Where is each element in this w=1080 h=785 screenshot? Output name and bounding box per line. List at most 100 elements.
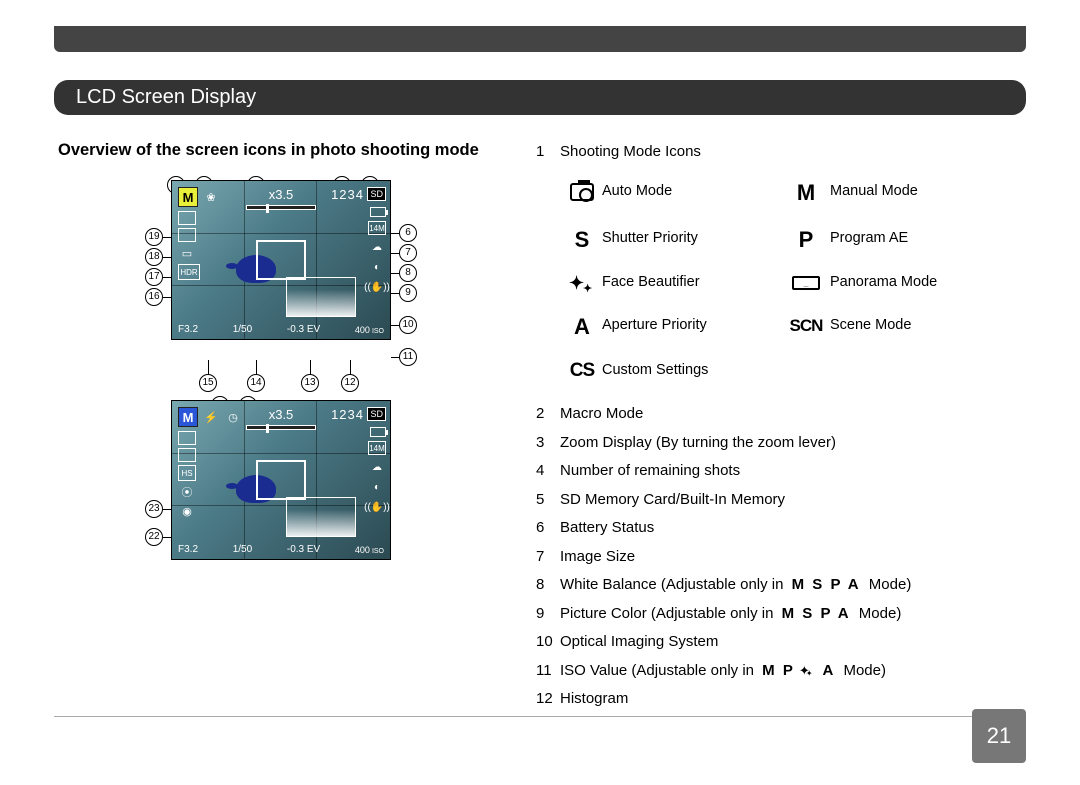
lead <box>163 237 171 238</box>
program-ae-icon: P <box>782 223 830 256</box>
footer-divider <box>54 716 1026 717</box>
legend-text: Zoom Display (By turning the zoom lever) <box>560 432 1026 455</box>
callout-13: 13 <box>301 374 319 392</box>
color-icon: ◐ <box>368 259 386 275</box>
legend-number: 12 <box>536 688 560 711</box>
hdr-icon: HDR <box>178 264 200 280</box>
iso-value: 400ISO <box>355 325 384 335</box>
legend-text: SD Memory Card/Built-In Memory <box>560 489 1026 512</box>
mode-label: Program AE <box>830 228 1010 250</box>
lead <box>163 277 171 278</box>
aperture-value: F3.2 <box>178 324 198 335</box>
right-icon-stack: 14M ☁ ◐ ((✋)) <box>368 441 386 515</box>
legend-text: Battery Status <box>560 517 1026 540</box>
legend-text: Picture Color (Adjustable only in M S P … <box>560 603 1026 626</box>
lcd-figure-1: 1 2 3 4 5 6 7 8 9 10 <box>151 180 411 340</box>
legend-number: 9 <box>536 603 560 626</box>
mode-glyphs: A <box>817 662 835 679</box>
lead <box>163 257 171 258</box>
legend-item: 9Picture Color (Adjustable only in M S P… <box>536 603 1026 626</box>
page-content: Overview of the screen icons in photo sh… <box>54 141 1026 717</box>
shooting-mode-grid: Auto Mode M Manual Mode S Shutter Priori… <box>562 176 1026 386</box>
lead <box>310 360 311 374</box>
callout-8: 8 <box>399 264 417 282</box>
right-icon-stack: 14M ☁ ◐ ((✋)) <box>368 221 386 295</box>
af-frame <box>256 460 306 500</box>
grid-line <box>172 505 390 506</box>
mode-glyphs: M P <box>762 662 795 679</box>
callout-22: 22 <box>145 528 163 546</box>
callout-19: 19 <box>145 228 163 246</box>
manual-page: LCD Screen Display Overview of the scree… <box>54 26 1026 717</box>
callout-6: 6 <box>399 224 417 242</box>
page-top-bar <box>54 26 1026 52</box>
wb-icon: ☁ <box>368 459 386 475</box>
lcd-bottom-row: F3.2 1/50 -0.3 EV 400ISO <box>178 324 384 335</box>
scene-mode-icon: SCN <box>782 313 830 339</box>
left-icon-stack: ▭ HDR <box>178 211 200 280</box>
legend-text: Image Size <box>560 546 1026 569</box>
legend-item: 7Image Size <box>536 546 1026 569</box>
af-mode-icon <box>178 431 196 445</box>
lead <box>163 537 171 538</box>
lead <box>391 233 399 234</box>
legend-text: Shooting Mode Icons <box>560 141 1026 164</box>
color-icon: ◐ <box>368 479 386 495</box>
mode-label: Manual Mode <box>830 181 1010 203</box>
callout-9: 9 <box>399 284 417 302</box>
metering-icon <box>178 228 196 242</box>
lead <box>163 509 171 510</box>
lcd-top-row: M ❀ <box>178 187 220 207</box>
legend-number: 1 <box>536 141 560 164</box>
lead <box>391 273 399 274</box>
lead <box>208 360 209 374</box>
mode-label: Custom Settings <box>602 360 782 382</box>
battery-icon <box>370 427 386 437</box>
histogram-icon <box>286 497 356 537</box>
mode-badge: M <box>178 407 198 427</box>
legend-item: 2Macro Mode <box>536 403 1026 426</box>
legend-text: ISO Value (Adjustable only in M P A Mode… <box>560 660 1026 683</box>
legend-number: 11 <box>536 660 560 683</box>
legend-number: 4 <box>536 460 560 483</box>
lcd-screen: M ⚡ ◷ x3.5 1234 SD 14M ☁ ◐ ((✋)) <box>171 400 391 560</box>
ev-value: -0.3 EV <box>287 324 320 335</box>
eyefi-icon: ◉ <box>178 503 196 519</box>
legend-text: Optical Imaging System <box>560 631 1026 654</box>
lead <box>256 360 257 374</box>
mode-label: Aperture Priority <box>602 315 782 337</box>
legend-number: 5 <box>536 489 560 512</box>
panorama-icon <box>782 276 830 290</box>
remaining-shots: 1234 <box>331 407 364 422</box>
legend-number: 6 <box>536 517 560 540</box>
shutter-value: 1/50 <box>233 324 252 335</box>
remaining-shots: 1234 <box>331 187 364 202</box>
af-frame <box>256 240 306 280</box>
legend-text: White Balance (Adjustable only in M S P … <box>560 574 1026 597</box>
shutter-value: 1/50 <box>233 544 252 555</box>
callout-14: 14 <box>247 374 265 392</box>
zoom-value: x3.5 <box>269 407 294 422</box>
legend-item: 4Number of remaining shots <box>536 460 1026 483</box>
callout-15: 15 <box>199 374 217 392</box>
legend-number: 8 <box>536 574 560 597</box>
callout-10: 10 <box>399 316 417 334</box>
callout-12: 12 <box>341 374 359 392</box>
aperture-value: F3.2 <box>178 544 198 555</box>
shutter-priority-icon: S <box>562 223 602 256</box>
legend-item: 6Battery Status <box>536 517 1026 540</box>
legend-text: Macro Mode <box>560 403 1026 426</box>
lead <box>391 325 399 326</box>
image-size-icon: 14M <box>368 221 386 235</box>
grid-line <box>172 285 390 286</box>
ois-icon: ((✋)) <box>368 279 386 295</box>
lead <box>391 357 399 358</box>
sparkle-icon <box>799 663 813 677</box>
mode-label: Shutter Priority <box>602 228 782 250</box>
sd-icon: SD <box>367 187 386 201</box>
callout-17: 17 <box>145 268 163 286</box>
legend-item: 12Histogram <box>536 688 1026 711</box>
lcd-bottom-row: F3.2 1/50 -0.3 EV 400ISO <box>178 544 384 555</box>
wb-icon: ☁ <box>368 239 386 255</box>
flash-icon: ⚡ <box>202 409 220 425</box>
